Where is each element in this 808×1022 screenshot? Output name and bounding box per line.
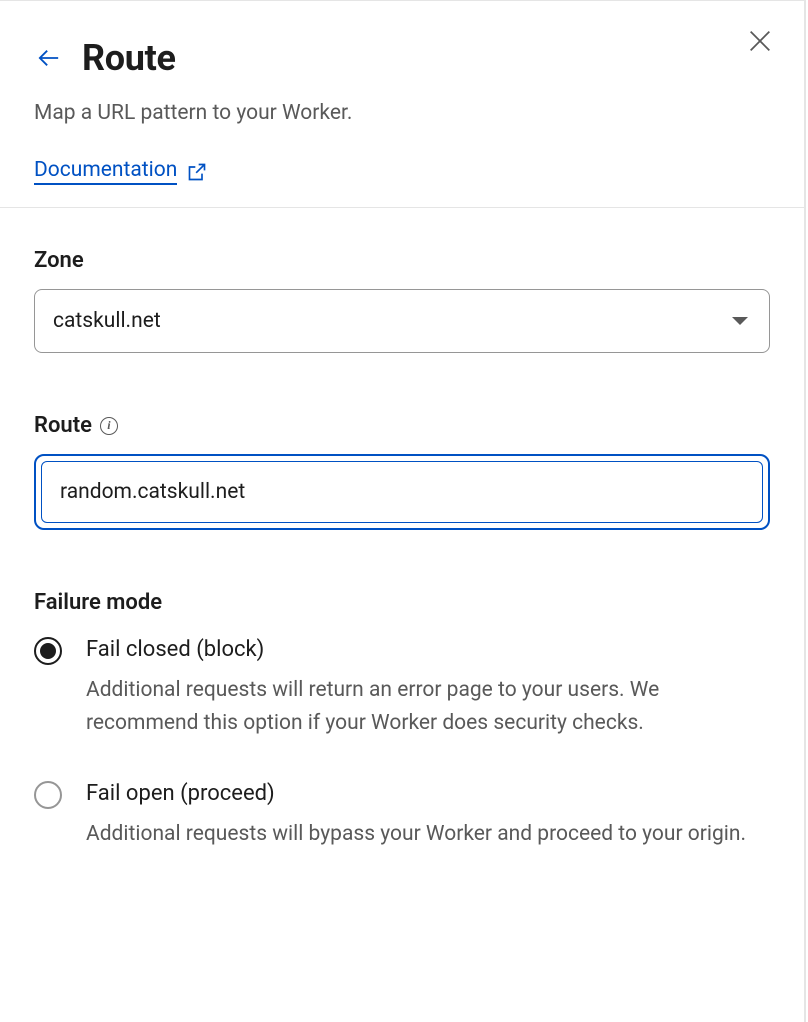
failure-option-fail-closed[interactable]: Fail closed (block) Additional requests … (34, 635, 770, 739)
failure-option-fail-open[interactable]: Fail open (proceed) Additional requests … (34, 779, 770, 850)
radio-icon (34, 781, 62, 809)
zone-select[interactable]: catskull.net (34, 289, 770, 353)
radio-content: Fail closed (block) Additional requests … (86, 635, 770, 739)
route-input-focus-ring (34, 454, 770, 530)
page-subtitle: Map a URL pattern to your Worker. (34, 99, 770, 128)
documentation-link-text: Documentation (34, 158, 177, 185)
zone-label: Zone (34, 248, 770, 273)
documentation-link[interactable]: Documentation (34, 158, 207, 185)
route-label: Route (34, 413, 92, 438)
route-label-row: Route i (34, 413, 770, 438)
title-row: Route (34, 37, 770, 79)
zone-field-group: Zone catskull.net (34, 248, 770, 353)
back-button[interactable] (34, 45, 64, 71)
zone-select-wrap: catskull.net (34, 289, 770, 353)
route-input[interactable] (41, 461, 763, 523)
failure-mode-section: Failure mode Fail closed (block) Additio… (34, 590, 770, 850)
header-section: Route Map a URL pattern to your Worker. … (0, 1, 804, 207)
external-link-icon (187, 162, 207, 182)
radio-icon (34, 637, 62, 665)
route-config-panel: Route Map a URL pattern to your Worker. … (0, 0, 806, 1022)
page-title: Route (82, 37, 176, 79)
radio-description: Additional requests will return an error… (86, 674, 770, 739)
form-section: Zone catskull.net Route i Failure mode F… (0, 208, 804, 850)
radio-description: Additional requests will bypass your Wor… (86, 818, 770, 851)
radio-title: Fail closed (block) (86, 635, 770, 666)
failure-mode-label: Failure mode (34, 590, 770, 615)
route-field-group: Route i (34, 413, 770, 530)
radio-content: Fail open (proceed) Additional requests … (86, 779, 770, 850)
arrow-left-icon (36, 47, 62, 69)
info-icon[interactable]: i (100, 417, 118, 435)
radio-title: Fail open (proceed) (86, 779, 770, 810)
